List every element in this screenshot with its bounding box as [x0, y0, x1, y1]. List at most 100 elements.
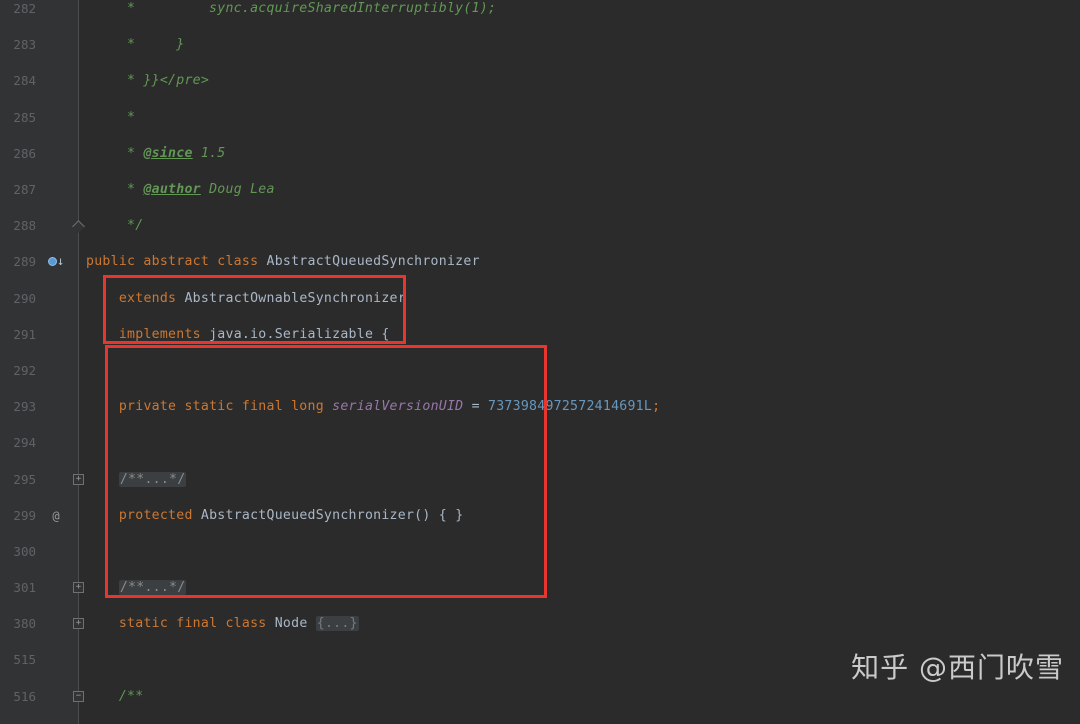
code-token: * sync.acquireSharedInterruptibly(1);	[86, 1, 497, 16]
code-token: serialVersionUID	[332, 399, 464, 415]
code-token: AbstractOwnableSynchronizer	[184, 290, 406, 306]
code-token: implements	[118, 326, 210, 342]
code-token: * }}</pre>	[86, 73, 210, 89]
line-number: 282	[13, 1, 36, 16]
implementation-circle-icon	[48, 257, 57, 267]
line-number: 292	[13, 362, 36, 378]
code-token: *	[86, 145, 144, 161]
code-token: ;	[652, 399, 661, 415]
code-token: *	[86, 109, 136, 125]
code-token: @author	[143, 181, 201, 197]
line-number: 516	[13, 688, 36, 704]
fold-region-end-icon[interactable]	[72, 220, 85, 234]
code-token: @since	[143, 145, 193, 161]
code-token: private static final long	[118, 399, 333, 415]
line-number: 290	[13, 290, 36, 306]
code-line[interactable]: 284 * }}</pre>	[0, 72, 1080, 90]
line-number: 289	[13, 254, 36, 270]
fold-collapse-icon[interactable]: −	[73, 690, 84, 702]
line-number: 380	[13, 616, 36, 632]
code-text[interactable]: private static final long serialVersionU…	[86, 398, 660, 416]
code-line[interactable]: 300	[0, 543, 1080, 561]
code-text[interactable]: *	[86, 109, 135, 127]
code-line[interactable]: 283 * }	[0, 36, 1080, 54]
line-number: 515	[13, 652, 36, 668]
fold-expand-icon[interactable]: +	[73, 473, 84, 485]
code-token: protected	[118, 507, 201, 523]
code-token: () { }	[414, 507, 464, 523]
code-token: *	[86, 181, 144, 197]
line-number: 284	[13, 73, 36, 89]
code-lines-container: 282 * sync.acquireSharedInterruptibly(1)…	[0, 0, 1080, 724]
code-line[interactable]: 282 * sync.acquireSharedInterruptibly(1)…	[0, 0, 1080, 18]
annotation-marker-icon[interactable]: @	[48, 507, 64, 525]
code-token: static final class	[118, 616, 275, 632]
line-number: 299	[13, 507, 36, 523]
code-text[interactable]: implements java.io.Serializable {	[86, 326, 390, 344]
line-number: 301	[13, 580, 36, 596]
code-text[interactable]: /**	[86, 688, 143, 706]
code-token: 1.5	[192, 145, 226, 161]
code-token: AbstractQueuedSynchronizer	[200, 507, 415, 523]
code-editor-window: 282 * sync.acquireSharedInterruptibly(1)…	[0, 0, 1080, 724]
code-token: */	[86, 218, 144, 234]
code-text[interactable]: * }	[86, 36, 184, 54]
code-token: extends	[118, 290, 185, 306]
code-token: =	[463, 399, 489, 415]
code-text[interactable]: /**...*/	[86, 471, 187, 489]
code-line[interactable]: 295 + /**...*/	[0, 471, 1080, 489]
code-line[interactable]: 292	[0, 362, 1080, 380]
code-line[interactable]: 293 private static final long serialVers…	[0, 398, 1080, 416]
code-token: public abstract class	[86, 254, 267, 270]
code-text[interactable]: * sync.acquireSharedInterruptibly(1);	[86, 0, 496, 18]
code-line[interactable]: 289 ↓ public abstract class AbstractQueued…	[0, 253, 1080, 271]
line-number: 300	[13, 543, 36, 559]
code-line[interactable]: 380 + static final class Node {...}	[0, 615, 1080, 633]
code-token: /**...*/	[118, 471, 187, 487]
implemented-method-icon[interactable]: ↓	[48, 253, 66, 271]
code-line[interactable]: 294	[0, 434, 1080, 452]
code-token: Doug Lea	[200, 181, 275, 197]
code-text[interactable]: /**...*/	[86, 579, 187, 597]
code-token: * }	[86, 37, 185, 53]
line-number: 294	[13, 435, 36, 451]
code-text[interactable]: * @author Doug Lea	[86, 181, 275, 199]
code-line[interactable]: 287 * @author Doug Lea	[0, 181, 1080, 199]
code-token: AbstractQueuedSynchronizer	[266, 254, 480, 270]
line-number: 283	[13, 37, 36, 53]
code-line[interactable]: 291 implements java.io.Serializable {	[0, 326, 1080, 344]
fold-expand-icon[interactable]: +	[73, 582, 84, 594]
code-text[interactable]: */	[86, 217, 143, 235]
code-line[interactable]: 299 @ protected AbstractQueuedSynchronize…	[0, 507, 1080, 525]
code-line[interactable]: 290 extends AbstractOwnableSynchronizer	[0, 290, 1080, 308]
code-text[interactable]: * @since 1.5	[86, 145, 226, 163]
code-text[interactable]: * }}</pre>	[86, 72, 209, 90]
down-arrow-icon: ↓	[57, 254, 65, 269]
code-line[interactable]: 286 * @since 1.5	[0, 145, 1080, 163]
line-number: 286	[13, 145, 36, 161]
code-token: Node	[274, 616, 316, 632]
code-line[interactable]: 516 − /**	[0, 688, 1080, 706]
code-line[interactable]: 288 */	[0, 217, 1080, 235]
fold-expand-icon[interactable]: +	[73, 618, 84, 630]
code-token: /**...*/	[118, 580, 187, 596]
code-token: 7373984972572414691L	[488, 399, 653, 415]
code-line[interactable]: 301 + /**...*/	[0, 579, 1080, 597]
line-number: 287	[13, 181, 36, 197]
code-text[interactable]: static final class Node {...}	[86, 615, 359, 633]
line-number: 285	[13, 109, 36, 125]
line-number: 288	[13, 218, 36, 234]
code-text[interactable]: extends AbstractOwnableSynchronizer	[86, 290, 406, 308]
code-token: java.io.Serializable {	[209, 326, 390, 342]
code-text[interactable]: public abstract class AbstractQueuedSync…	[86, 253, 480, 271]
code-line[interactable]: 285 *	[0, 109, 1080, 127]
watermark-text: 知乎 @西门吹雪	[851, 651, 1064, 684]
code-text[interactable]: protected AbstractQueuedSynchronizer() {…	[86, 507, 463, 525]
